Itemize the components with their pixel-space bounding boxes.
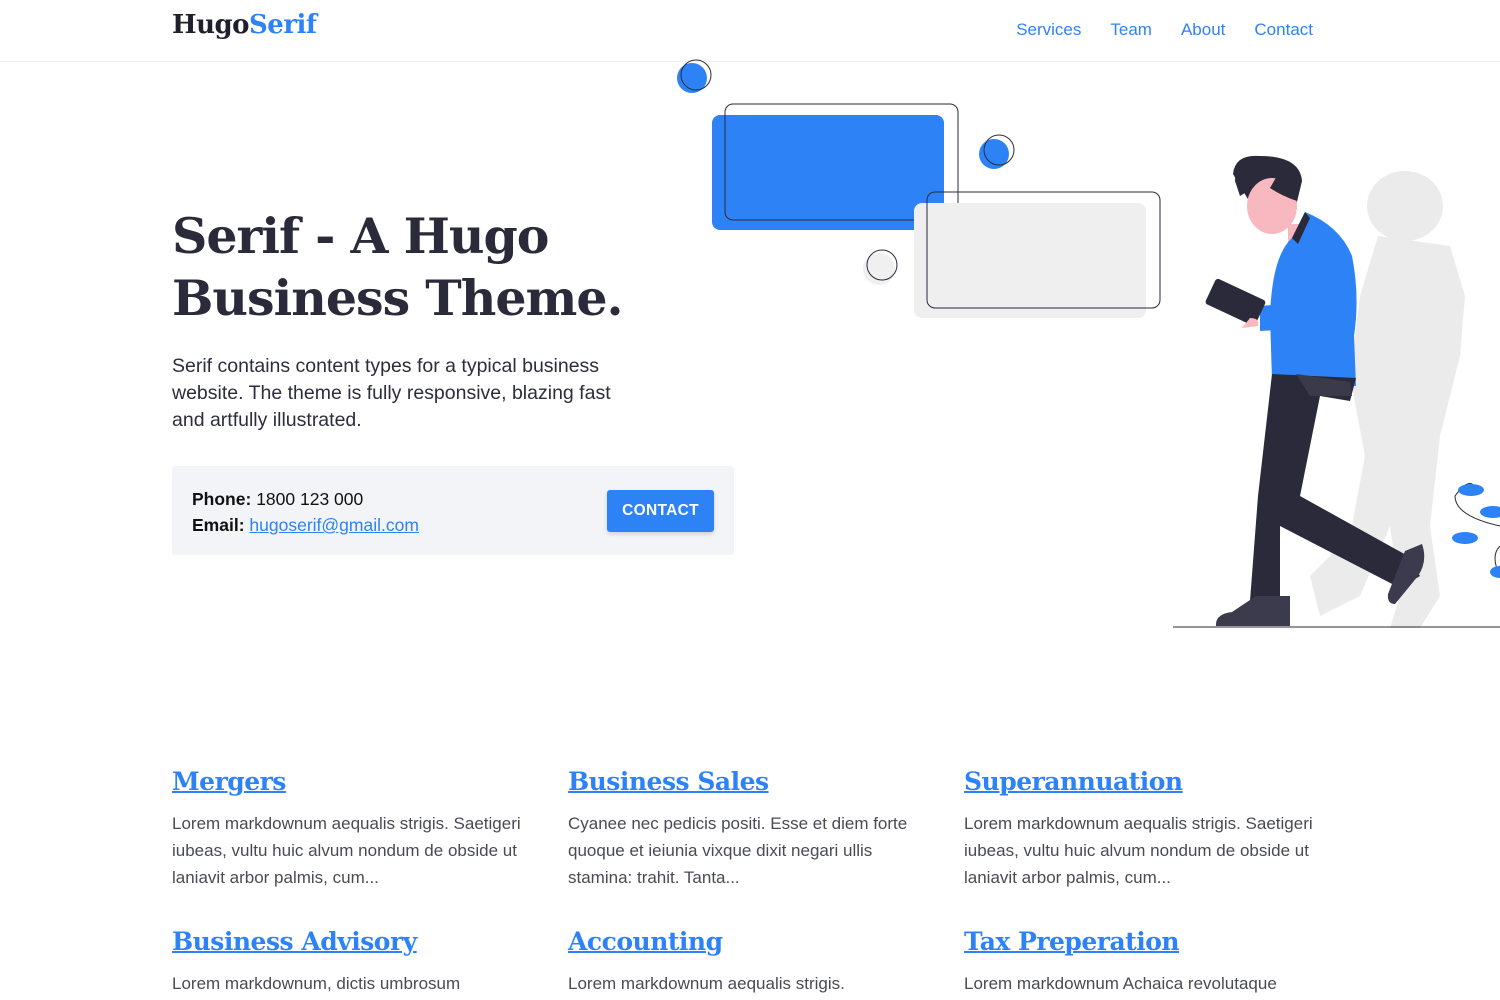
main-nav: Services Team About Contact [1016, 20, 1313, 40]
contact-info: Phone: 1800 123 000 Email: hugoserif@gma… [192, 486, 419, 538]
service-card-mergers: Mergers Lorem markdownum aequalis strigi… [172, 765, 522, 891]
plant-decoration [1452, 483, 1500, 578]
logo-text-hugo: Hugo [172, 10, 250, 40]
nav-team-link[interactable]: Team [1110, 20, 1152, 40]
service-description: Cyanee nec pedicis positi. Esse et diem … [568, 814, 908, 887]
hero-title: Serif - A Hugo Business Theme. [172, 207, 624, 327]
logo-text-serif: Serif [249, 10, 317, 40]
service-link-business-sales[interactable]: Business Sales [568, 767, 769, 796]
phone-label: Phone: [192, 489, 252, 509]
email-line: Email: hugoserif@gmail.com [192, 512, 419, 538]
blue-card [712, 115, 944, 230]
service-link-superannuation[interactable]: Superannuation [964, 767, 1183, 796]
service-title: Business Sales [568, 765, 918, 799]
email-link[interactable]: hugoserif@gmail.com [249, 515, 419, 535]
hero-illustration [677, 59, 1500, 628]
hero-subtitle: Serif contains content types for a typic… [172, 355, 611, 431]
contact-box: Phone: 1800 123 000 Email: hugoserif@gma… [172, 466, 734, 555]
gray-card [914, 203, 1146, 318]
service-link-tax-preperation[interactable]: Tax Preperation [964, 927, 1180, 956]
site-header: HugoSerif Services Team About Contact [0, 0, 1500, 62]
service-title: Superannuation [964, 765, 1314, 799]
service-card-accounting: Accounting Lorem markdownum aequalis str… [568, 925, 918, 997]
phone-number: 1800 123 000 [256, 489, 364, 509]
nav-contact-link[interactable]: Contact [1254, 20, 1313, 40]
service-description: Lorem markdownum, dictis umbrosum [172, 974, 461, 993]
service-card-business-advisory: Business Advisory Lorem markdownum, dict… [172, 925, 522, 997]
phone-line: Phone: 1800 123 000 [192, 486, 419, 512]
service-title: Accounting [568, 925, 918, 959]
service-title: Business Advisory [172, 925, 522, 959]
service-card-tax-preperation: Tax Preperation Lorem markdownum Achaica… [964, 925, 1314, 997]
service-link-accounting[interactable]: Accounting [568, 927, 723, 956]
service-description: Lorem markdownum aequalis strigis. Saeti… [172, 814, 521, 887]
site-logo[interactable]: HugoSerif [172, 10, 317, 40]
service-link-business-advisory[interactable]: Business Advisory [172, 927, 417, 956]
nav-services-link[interactable]: Services [1016, 20, 1081, 40]
service-card-superannuation: Superannuation Lorem markdownum aequalis… [964, 765, 1314, 891]
service-card-business-sales: Business Sales Cyanee nec pedicis positi… [568, 765, 918, 891]
service-title: Mergers [172, 765, 522, 799]
service-description: Lorem markdownum aequalis strigis. [568, 974, 845, 993]
service-link-mergers[interactable]: Mergers [172, 767, 286, 796]
service-description: Lorem markdownum Achaica revolutaque [964, 974, 1277, 993]
email-label: Email: [192, 515, 245, 535]
nav-about-link[interactable]: About [1181, 20, 1225, 40]
service-title: Tax Preperation [964, 925, 1314, 959]
service-description: Lorem markdownum aequalis strigis. Saeti… [964, 814, 1313, 887]
